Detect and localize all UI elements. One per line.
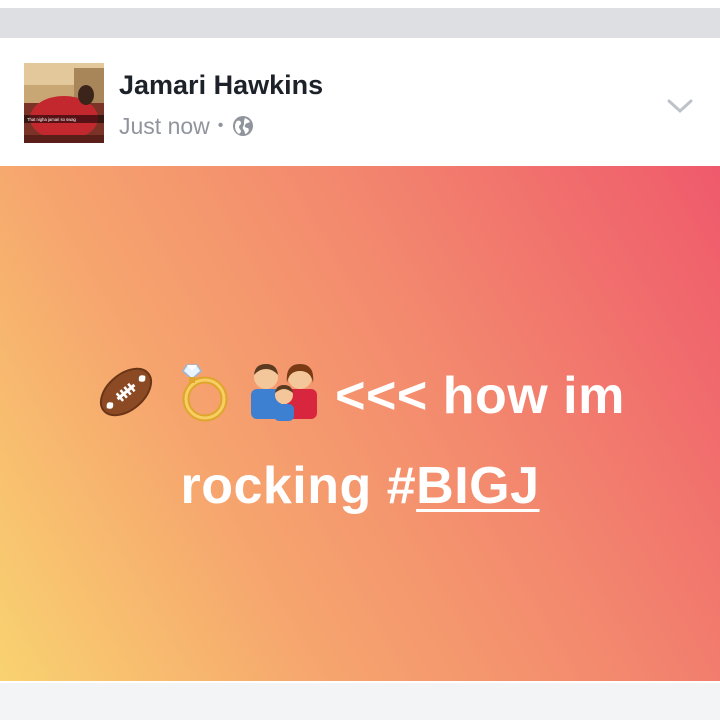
hashtag-link[interactable]: BIGJ <box>416 457 539 515</box>
post-card: That nigha jamari so swag Jamari Hawkins… <box>0 38 720 683</box>
feed-bottom <box>0 683 720 720</box>
feed-separator <box>0 8 720 38</box>
family-icon <box>247 361 321 446</box>
author-name[interactable]: Jamari Hawkins <box>119 70 323 101</box>
avatar-caption: That nigha jamari so swag <box>27 117 77 122</box>
avatar[interactable]: That nigha jamari so swag <box>24 63 104 143</box>
top-strip <box>0 0 720 8</box>
post-text: <<< how im rocking #BIGJ <box>40 356 680 526</box>
american-football-icon <box>95 361 157 446</box>
post-header: That nigha jamari so swag Jamari Hawkins… <box>0 38 720 166</box>
post-text-line1: <<< how im <box>335 367 625 425</box>
avatar-photo: That nigha jamari so swag <box>24 63 104 143</box>
post-meta: Just now • <box>119 111 254 141</box>
timestamp[interactable]: Just now <box>119 113 210 140</box>
post-text-line2: rocking # <box>180 457 417 515</box>
post-background[interactable]: <<< how im rocking #BIGJ <box>0 166 720 681</box>
globe-icon[interactable] <box>232 115 254 137</box>
chevron-down-icon[interactable] <box>667 98 693 114</box>
ring-icon <box>171 361 233 446</box>
meta-separator: • <box>217 117 224 134</box>
